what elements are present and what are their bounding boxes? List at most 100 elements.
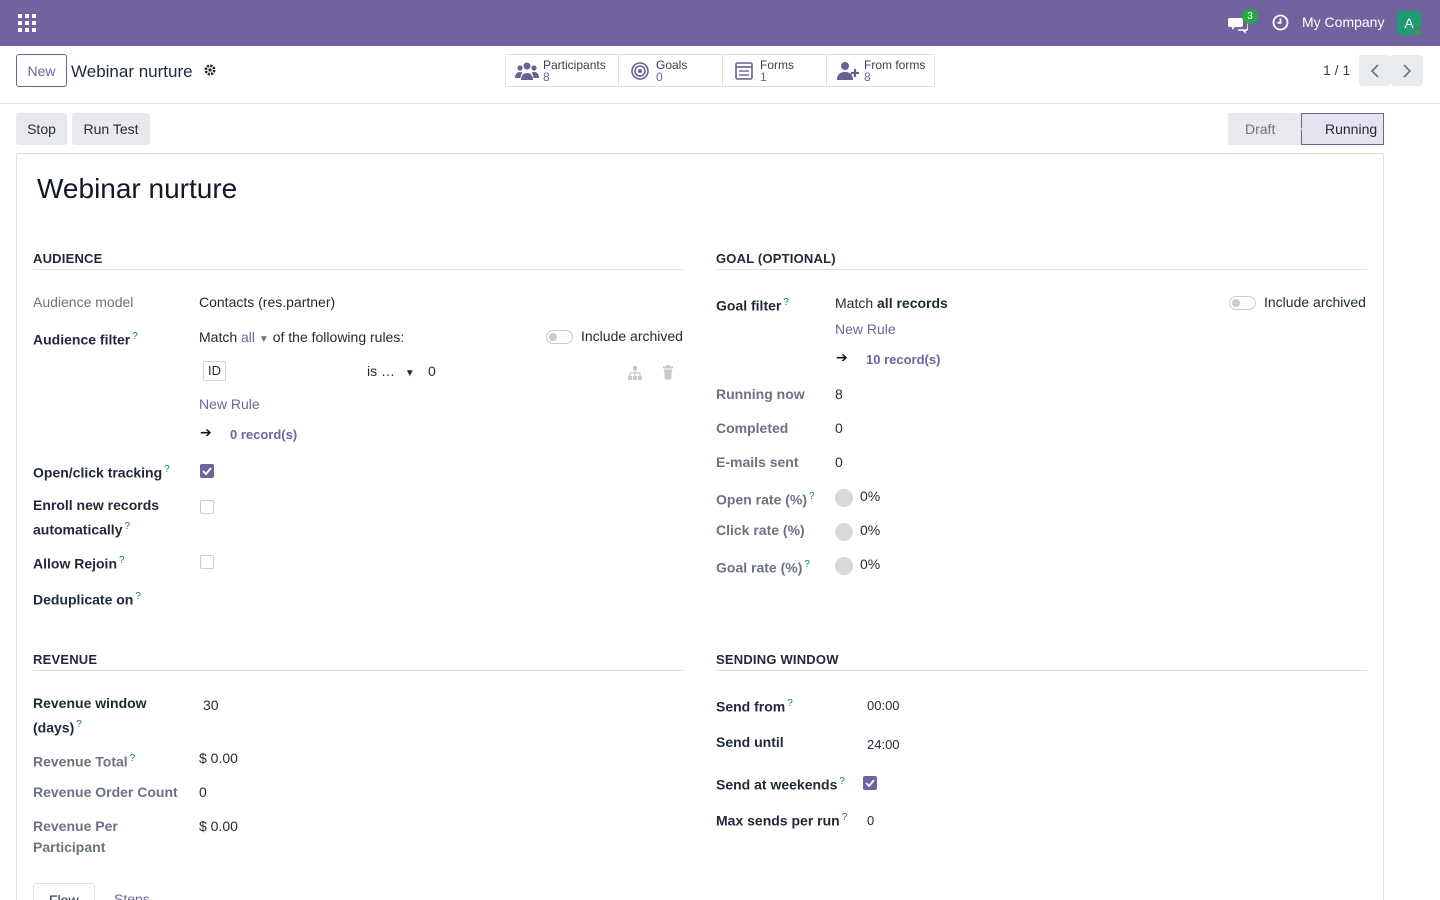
audience-include-archived-toggle[interactable] <box>546 330 573 344</box>
help-icon[interactable]: ? <box>132 331 138 342</box>
stage-running[interactable]: Running <box>1301 113 1384 145</box>
audience-new-rule-link[interactable]: New Rule <box>199 394 260 415</box>
rule-field-selector[interactable]: ID <box>203 361 226 381</box>
open-rate-label: Open rate (%)? <box>716 486 815 511</box>
participants-smart-button[interactable]: Participants 8 <box>506 55 619 86</box>
audience-records-link[interactable]: 0 record(s) <box>230 424 297 445</box>
match-mode-dropdown[interactable]: all ▼ <box>241 329 269 345</box>
emails-sent-label: E-mails sent <box>716 454 799 470</box>
participants-label: Participants <box>543 57 606 72</box>
from-forms-label: From forms <box>864 57 926 72</box>
revenue-per-participant-label-line1: Revenue Per <box>33 818 118 834</box>
user-plus-icon <box>836 60 860 82</box>
check-icon <box>202 467 212 476</box>
help-icon[interactable]: ? <box>124 521 130 532</box>
revenue-window-label-line2-text: (days) <box>33 719 75 736</box>
company-switcher[interactable]: My Company <box>1302 14 1384 30</box>
goals-smart-button[interactable]: Goals 0 <box>619 55 723 86</box>
help-icon[interactable]: ? <box>842 812 848 823</box>
send-until-input[interactable]: 24:00 <box>867 734 900 755</box>
new-button[interactable]: New <box>16 54 67 87</box>
from-forms-smart-button[interactable]: From forms 8 <box>827 55 934 86</box>
chevron-right-icon <box>1403 63 1412 78</box>
goal-new-rule-link[interactable]: New Rule <box>835 319 896 340</box>
pager-previous-button[interactable] <box>1359 55 1391 86</box>
form-sheet: Webinar nurture AUDIENCE Audience model … <box>16 153 1384 900</box>
goal-include-archived-toggle[interactable] <box>1229 296 1256 310</box>
help-icon[interactable]: ? <box>76 719 82 730</box>
goal-records-link[interactable]: 10 record(s) <box>866 349 940 370</box>
revenue-order-count-label: Revenue Order Count <box>33 784 178 800</box>
help-icon[interactable]: ? <box>804 559 810 570</box>
chevron-left-icon <box>1370 63 1379 78</box>
revenue-order-count-value: 0 <box>199 784 207 800</box>
revenue-window-label-line2: (days)? <box>33 714 82 739</box>
enroll-label-line1: Enroll new records <box>33 497 160 513</box>
help-icon[interactable]: ? <box>119 555 125 566</box>
stop-button[interactable]: Stop <box>16 113 67 145</box>
run-test-button[interactable]: Run Test <box>72 113 150 145</box>
weekends-checkbox[interactable] <box>863 776 877 790</box>
send-from-label-text: Send from <box>716 698 786 715</box>
audience-match-line: Match all ▼ of the following rules: <box>199 327 404 350</box>
goal-match-line: Match all records <box>835 293 948 314</box>
apps-menu-icon[interactable] <box>18 14 36 32</box>
forms-count: 1 <box>760 69 767 84</box>
goal-filter-label-text: Goal filter <box>716 297 782 314</box>
sending-window-section-title: SENDING WINDOW <box>716 652 839 667</box>
enroll-checkbox[interactable] <box>200 500 214 514</box>
tab-steps[interactable]: Steps <box>99 883 165 900</box>
enroll-label-line2-text: automatically <box>33 521 123 538</box>
audience-include-archived-label: Include archived <box>581 328 683 344</box>
section-divider <box>716 269 1367 270</box>
weekends-label: Send at weekends? <box>716 771 845 796</box>
revenue-total-value: $ 0.00 <box>199 750 238 766</box>
gear-icon[interactable] <box>203 63 217 77</box>
activity-clock-icon[interactable] <box>1272 14 1289 31</box>
rejoin-label: Allow Rejoin? <box>33 550 125 575</box>
forms-smart-button[interactable]: Forms 1 <box>723 55 827 86</box>
form-icon <box>732 60 756 82</box>
help-icon[interactable]: ? <box>783 297 789 308</box>
match-prefix: Match <box>199 329 238 345</box>
help-icon[interactable]: ? <box>135 591 141 602</box>
rule-operator-dropdown[interactable]: is … ▼ <box>367 361 415 384</box>
rule-value-input[interactable]: 0 <box>428 361 436 382</box>
weekends-label-text: Send at weekends <box>716 776 838 793</box>
audience-section-title: AUDIENCE <box>33 251 103 266</box>
revenue-per-participant-value: $ 0.00 <box>199 818 238 834</box>
trash-icon[interactable] <box>662 365 674 380</box>
from-forms-count: 8 <box>864 69 871 84</box>
send-until-label: Send until <box>716 734 784 750</box>
pager-next-button[interactable] <box>1391 55 1423 86</box>
max-sends-input[interactable]: 0 <box>867 810 874 831</box>
pager-value[interactable]: 1 / 1 <box>1323 62 1350 78</box>
help-icon[interactable]: ? <box>130 753 136 764</box>
goal-rate-label: Goal rate (%)? <box>716 554 810 579</box>
running-now-value: 8 <box>835 386 843 402</box>
sitemap-icon[interactable] <box>627 365 643 381</box>
max-sends-label: Max sends per run? <box>716 807 847 832</box>
help-icon[interactable]: ? <box>839 776 845 787</box>
record-title[interactable]: Webinar nurture <box>37 173 237 205</box>
enroll-label-line2: automatically? <box>33 516 130 541</box>
tab-flow[interactable]: Flow <box>33 883 95 900</box>
tracking-checkbox[interactable] <box>200 464 214 478</box>
revenue-total-label-text: Revenue Total <box>33 753 128 770</box>
arrow-right-icon: ➔ <box>200 424 212 440</box>
help-icon[interactable]: ? <box>809 491 815 502</box>
messaging-button[interactable]: 3 <box>1228 9 1258 36</box>
help-icon[interactable]: ? <box>164 464 170 475</box>
goal-filter-label: Goal filter? <box>716 292 789 317</box>
click-rate-gauge <box>835 523 853 541</box>
revenue-window-input[interactable]: 30 <box>203 695 219 716</box>
forms-label: Forms <box>760 57 794 72</box>
target-icon <box>628 60 652 82</box>
send-from-input[interactable]: 00:00 <box>867 695 900 716</box>
rejoin-checkbox[interactable] <box>200 555 214 569</box>
click-rate-value: 0% <box>860 522 881 538</box>
control-panel: New Webinar nurture Participants 8 Goals 0… <box>0 46 1440 104</box>
send-from-label: Send from? <box>716 693 793 718</box>
help-icon[interactable]: ? <box>787 698 793 709</box>
audience-filter-label: Audience filter? <box>33 326 138 351</box>
